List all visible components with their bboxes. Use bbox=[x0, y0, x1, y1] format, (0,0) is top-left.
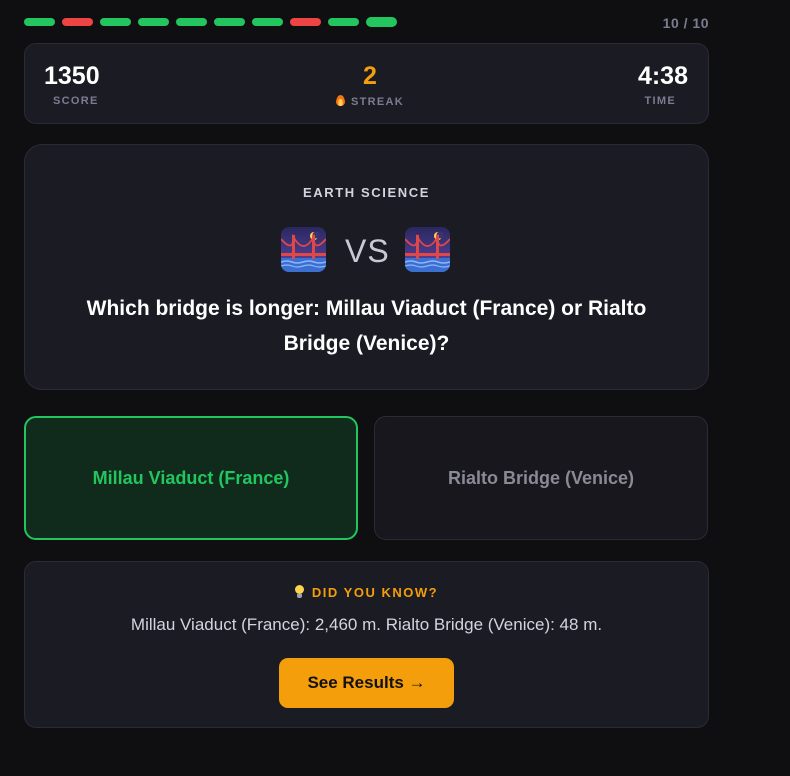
fact-title: DID YOU KNOW? bbox=[311, 585, 439, 600]
progress-segment-wrong bbox=[62, 18, 93, 26]
progress-bar bbox=[24, 17, 397, 27]
time-label: TIME bbox=[644, 95, 676, 107]
progress-segment-correct bbox=[252, 18, 283, 26]
stats-card: 1350 SCORE 2 STREAK 4:38 TIME bbox=[24, 43, 709, 124]
answer-option-correct[interactable]: Millau Viaduct (France) bbox=[24, 416, 358, 540]
progress-segment-correct bbox=[24, 18, 55, 26]
answer-option-label: Millau Viaduct (France) bbox=[92, 467, 290, 488]
time-stat: 4:38 TIME bbox=[638, 62, 688, 107]
streak-label: STREAK bbox=[350, 96, 405, 108]
fact-card: DID YOU KNOW? Millau Viaduct (France): 2… bbox=[24, 561, 709, 728]
question-text: Which bridge is longer: Millau Viaduct (… bbox=[86, 297, 647, 355]
streak-stat: 2 STREAK bbox=[325, 62, 415, 108]
versus-label: VS bbox=[345, 233, 390, 269]
streak-value: 2 bbox=[363, 62, 377, 90]
progress-row: 10 / 10 bbox=[24, 15, 709, 31]
fact-text: Millau Viaduct (France): 2,460 m. Rialto… bbox=[130, 615, 603, 634]
time-value: 4:38 bbox=[637, 62, 688, 90]
progress-segment-correct bbox=[100, 18, 131, 26]
bridge-at-night-icon bbox=[281, 227, 326, 272]
answer-option[interactable]: Rialto Bridge (Venice) bbox=[374, 416, 708, 540]
progress-segment-correct bbox=[176, 18, 207, 26]
score-stat: 1350 SCORE bbox=[44, 62, 100, 107]
progress-segment-correct bbox=[366, 17, 397, 27]
lightbulb-icon bbox=[294, 585, 304, 598]
versus-row: VS bbox=[25, 227, 708, 273]
progress-segment-correct bbox=[328, 18, 359, 26]
fire-icon bbox=[335, 95, 345, 106]
progress-segment-wrong bbox=[290, 18, 321, 26]
score-label: SCORE bbox=[53, 95, 99, 107]
question-card: EARTH SCIENCE VS Which bridge is longer:… bbox=[24, 144, 709, 390]
see-results-button[interactable]: See Results → bbox=[279, 658, 454, 708]
question-counter: 10 / 10 bbox=[662, 15, 709, 31]
bridge-at-night-icon bbox=[405, 227, 450, 272]
progress-segment-correct bbox=[214, 18, 245, 26]
answer-option-label: Rialto Bridge (Venice) bbox=[447, 467, 635, 488]
progress-segment-correct bbox=[138, 18, 169, 26]
category-label: EARTH SCIENCE bbox=[303, 185, 430, 200]
score-value: 1350 bbox=[44, 62, 100, 90]
